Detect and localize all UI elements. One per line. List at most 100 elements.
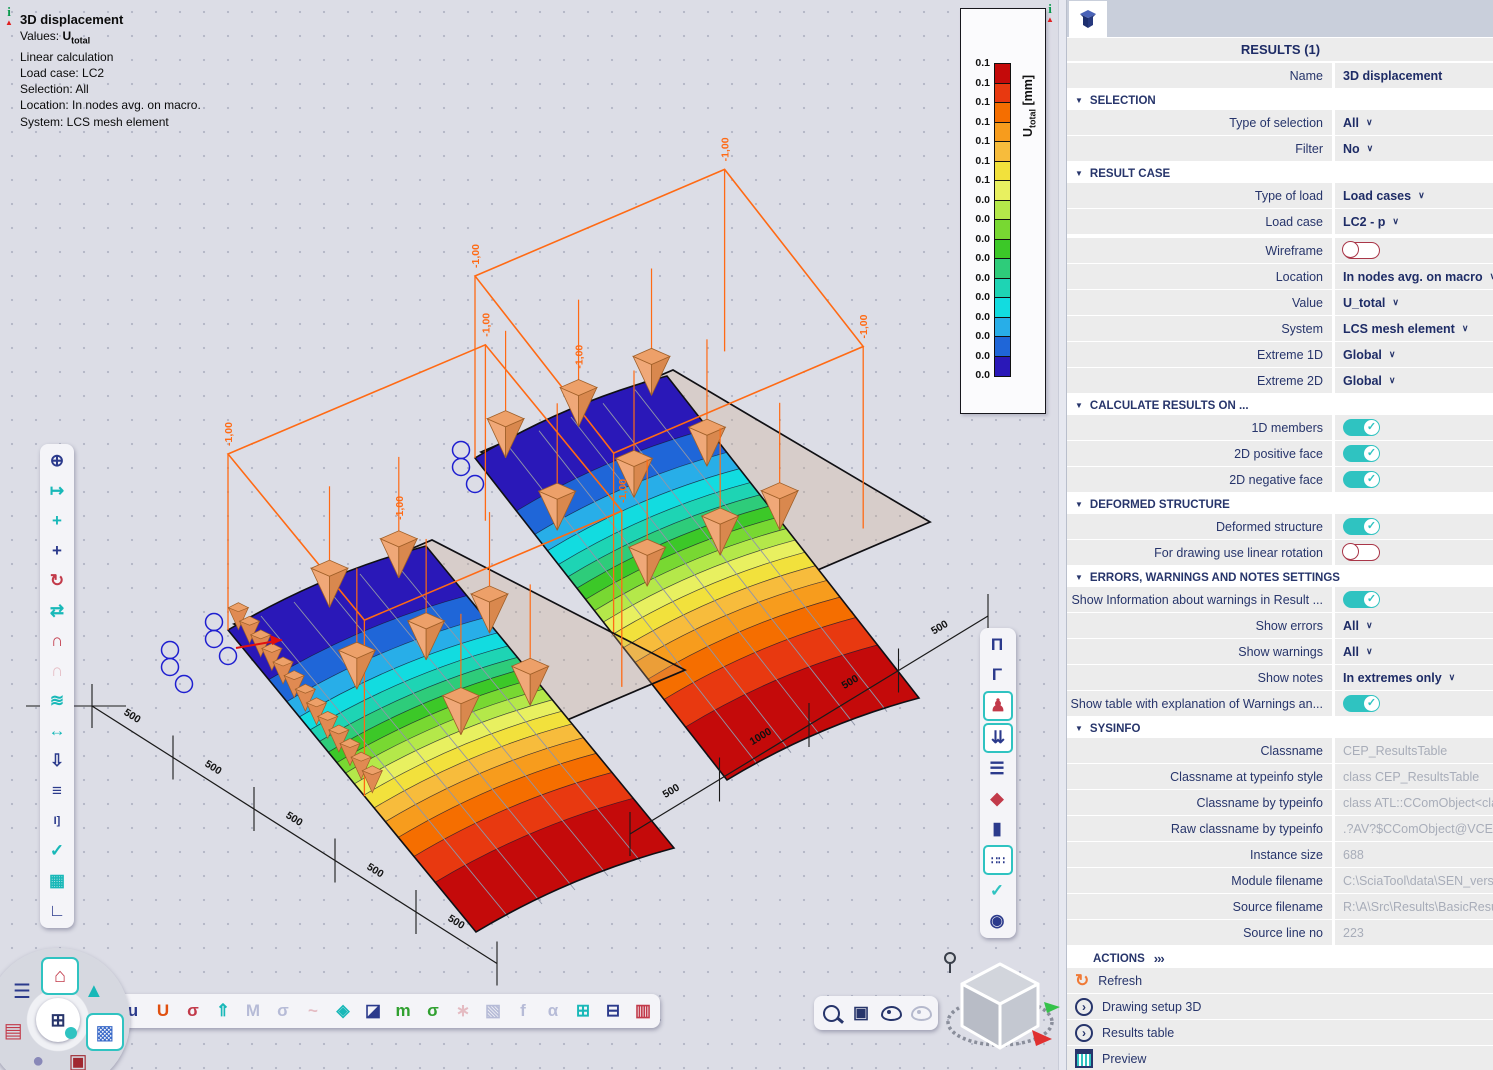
property-value-type-of-load[interactable]: Load cases∨ [1332, 183, 1493, 208]
section-header-result-case[interactable]: ▼RESULT CASE [1067, 164, 1493, 183]
toggle-on[interactable] [1343, 518, 1380, 535]
viewport-info-icon[interactable]: i▲ [1, 6, 17, 28]
section-header-sysinfo[interactable]: ▼SYSINFO [1067, 719, 1493, 738]
layers-stack-icon[interactable]: ≡ [43, 777, 71, 805]
property-value-show-warnings[interactable]: All∨ [1332, 639, 1493, 664]
deformation-1d-icon[interactable]: ~ [299, 997, 327, 1025]
model-scene[interactable]: -1,00-1,00-1,00-1,00-1,00-1,00-1,00-1,00… [0, 0, 1058, 1070]
property-value-load-case[interactable]: LC2 - p∨ [1332, 209, 1493, 234]
view-loads-icon[interactable]: ♟ [983, 691, 1013, 721]
property-value-1d-members[interactable] [1332, 415, 1493, 440]
insert-node-icon[interactable]: + [43, 537, 71, 565]
remove-table-icon[interactable]: ⊟ [599, 997, 627, 1025]
property-value-show-information-about-warnings-in-result[interactable] [1332, 587, 1493, 612]
paste-into-icon[interactable]: ⇩ [43, 747, 71, 775]
wheel-concrete-segment[interactable]: ● [21, 1044, 55, 1070]
toggle-on[interactable] [1343, 471, 1380, 488]
previous-view-icon[interactable] [877, 999, 905, 1027]
action-preview[interactable]: Preview [1067, 1046, 1493, 1070]
property-value-location[interactable]: In nodes avg. on macro∨ [1332, 264, 1493, 289]
view-members-icon[interactable]: Γ [983, 661, 1011, 689]
property-value-filter[interactable]: No∨ [1332, 136, 1493, 161]
internal-forces-1d-icon[interactable]: M [239, 997, 267, 1025]
property-value-show-notes[interactable]: In extremes only∨ [1332, 665, 1493, 690]
panel-info-icon[interactable]: i▲ [1042, 3, 1058, 25]
mesh-display-icon[interactable]: ∷∷ [983, 845, 1013, 875]
displacement-3d-icon[interactable]: U [149, 997, 177, 1025]
next-view-icon[interactable] [907, 999, 935, 1027]
toggle-on[interactable] [1343, 591, 1380, 608]
toggle-on[interactable] [1343, 419, 1380, 436]
property-value-type-of-selection[interactable]: All∨ [1332, 110, 1493, 135]
property-value-deformed-structure[interactable] [1332, 514, 1493, 539]
add-member-icon[interactable]: + [43, 507, 71, 535]
reactions-icon[interactable]: ⇑ [209, 997, 237, 1025]
displacement-2d-icon[interactable]: ◪ [359, 997, 387, 1025]
rename-items-icon[interactable]: I] [43, 807, 71, 835]
wheel-steel-segment[interactable]: ▣ [61, 1044, 95, 1070]
portal-frame-icon[interactable]: ∩ [43, 627, 71, 655]
new-results-table-icon[interactable]: ⊞ [569, 997, 597, 1025]
code-check-icon[interactable]: ∗ [449, 997, 477, 1025]
action-drawing-setup-3d[interactable]: ›Drawing setup 3D [1067, 994, 1493, 1019]
navigation-cube[interactable] [936, 944, 1068, 1070]
property-value-system[interactable]: LCS mesh element∨ [1332, 316, 1493, 341]
wheel-center-button[interactable]: ⊞ [36, 998, 80, 1042]
property-value-value[interactable]: U_total∨ [1332, 290, 1493, 315]
toggle-on[interactable] [1343, 445, 1380, 462]
reverse-member-icon[interactable]: ⇄ [43, 597, 71, 625]
action-results-table[interactable]: ›Results table [1067, 1020, 1493, 1045]
property-value-for-drawing-use-linear-rotation[interactable] [1332, 540, 1493, 565]
actions-expand-icon[interactable]: ››› [1154, 951, 1164, 966]
3d-viewport[interactable]: -1,00-1,00-1,00-1,00-1,00-1,00-1,00-1,00… [0, 0, 1058, 1070]
section-header-errors-warnings-and-notes-settings[interactable]: ▼ERRORS, WARNINGS AND NOTES SETTINGS [1067, 568, 1493, 587]
property-value-show-table-with-explanation-of-warnings-an[interactable] [1332, 691, 1493, 716]
toggle-on[interactable] [1343, 695, 1380, 712]
forces-2d-m-icon[interactable]: m [389, 997, 417, 1025]
section-header-deformed-structure[interactable]: ▼DEFORMED STRUCTURE [1067, 495, 1493, 514]
action-refresh[interactable]: ↻Refresh [1067, 968, 1493, 993]
selection-accept-icon[interactable]: ✓ [983, 877, 1011, 905]
wheel-structure-segment[interactable]: ⌂ [41, 957, 79, 995]
workstation-wheel-menu[interactable]: ⌂▲▩▣●▤☰⊞ [0, 948, 130, 1070]
delete-table-icon[interactable]: ▦ [43, 867, 71, 895]
wheel-analysis-segment[interactable]: ▲ [77, 974, 111, 1008]
property-value-extreme-1d[interactable]: Global∨ [1332, 342, 1493, 367]
approve-label-icon[interactable]: ✓ [43, 837, 71, 865]
multi-layers-icon[interactable]: ≋ [43, 687, 71, 715]
section-header-selection[interactable]: ▼SELECTION [1067, 91, 1493, 110]
property-value-2d-positive-face[interactable] [1332, 441, 1493, 466]
portal-frame-ghost-icon[interactable]: ∩ [43, 657, 71, 685]
move-node-icon[interactable]: ↦ [43, 477, 71, 505]
bridge-check-icon[interactable]: ▥ [629, 997, 657, 1025]
tab-results-3d[interactable] [1069, 1, 1107, 37]
visibility-icon[interactable]: ◉ [983, 907, 1011, 935]
property-value-wireframe[interactable] [1332, 238, 1493, 263]
wheel-documents-segment[interactable]: ☰ [5, 974, 39, 1008]
zoom-selection-icon[interactable] [817, 999, 845, 1027]
stress-1d-icon[interactable]: σ [269, 997, 297, 1025]
database-icon[interactable]: ☰ [983, 755, 1011, 783]
toggle-off[interactable] [1343, 544, 1380, 561]
property-value-show-errors[interactable]: All∨ [1332, 613, 1493, 638]
stress-2d-icon[interactable]: σ [419, 997, 447, 1025]
property-value-extreme-2d[interactable]: Global∨ [1332, 368, 1493, 393]
align-axes-icon[interactable]: ↔ [43, 717, 71, 745]
node-modify-icon[interactable]: ◆ [983, 785, 1011, 813]
view-settings-icon[interactable]: ⊕ [43, 447, 71, 475]
property-value-2d-negative-face[interactable] [1332, 467, 1493, 492]
view-cube-icon[interactable]: ▣ [847, 999, 875, 1027]
solid-results-icon[interactable]: ▧ [479, 997, 507, 1025]
view-results-icon[interactable]: ⇊ [983, 723, 1013, 753]
wheel-libraries-segment[interactable]: ▤ [0, 1013, 30, 1047]
toggle-off[interactable] [1343, 242, 1380, 259]
view-structure-icon[interactable]: Π [983, 631, 1011, 659]
member-modify-icon[interactable]: ▮ [983, 815, 1011, 843]
axis-info-icon[interactable]: ∟ [43, 897, 71, 925]
rotate-member-icon[interactable]: ↻ [43, 567, 71, 595]
alpha-critical-icon[interactable]: α [539, 997, 567, 1025]
section-header-calculate-results-on[interactable]: ▼CALCULATE RESULTS ON ... [1067, 396, 1493, 415]
stress-3d-icon[interactable]: σ [179, 997, 207, 1025]
eigen-frequency-icon[interactable]: f [509, 997, 537, 1025]
internal-forces-2d-icon[interactable]: ◈ [329, 997, 357, 1025]
